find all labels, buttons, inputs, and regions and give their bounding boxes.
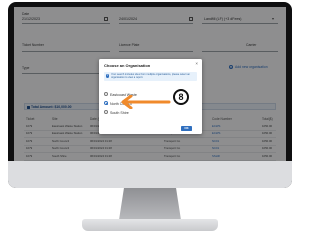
monitor-base [82, 219, 218, 231]
info-icon: i [106, 74, 110, 78]
callout-arrow-icon [121, 95, 171, 109]
option-label: South Shire [110, 110, 129, 115]
app-screen: Date 21/12/2023 24/01/2024 Landfill (LF)… [14, 7, 286, 161]
monitor-stand [119, 188, 181, 220]
info-banner: i Your search includes sites from multip… [104, 72, 197, 81]
step-number-badge: 8 [173, 89, 189, 105]
radio-button[interactable] [104, 92, 108, 97]
info-message: Your search includes sites from multiple… [111, 72, 190, 79]
monitor-chin [8, 161, 292, 188]
dialog-title: Choose an Organisation [104, 63, 151, 68]
close-icon[interactable]: × [195, 61, 198, 67]
option-south-shire[interactable]: South Shire [104, 110, 164, 115]
ok-button[interactable]: OK [181, 126, 192, 131]
radio-button-checked[interactable] [104, 101, 108, 106]
radio-button[interactable] [104, 110, 108, 115]
